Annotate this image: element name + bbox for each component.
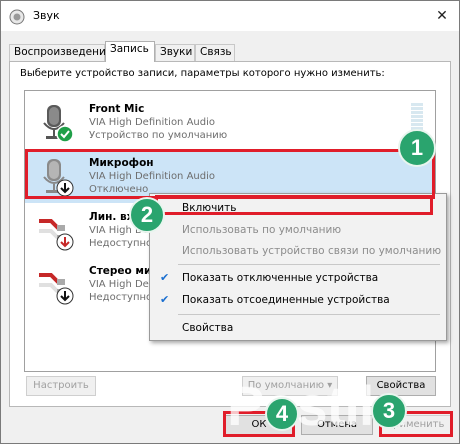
menu-item-show-disconnected[interactable]: ✔ Показать отсоединенные устройства (150, 290, 446, 310)
tab-communications[interactable]: Связь (195, 44, 235, 61)
menu-item-set-default[interactable]: Использовать по умолчанию (150, 220, 446, 240)
menu-separator (178, 264, 440, 265)
device-name: Микрофон (89, 157, 154, 169)
device-driver: VIA High Definition Audio (89, 171, 215, 182)
audio-jack-icon (39, 219, 74, 251)
configure-button[interactable]: Настроить (26, 376, 96, 396)
menu-item-show-disabled[interactable]: ✔ Показать отключенные устройства (150, 268, 446, 288)
audio-jack-icon (39, 273, 74, 305)
window-title: Звук (33, 9, 60, 22)
set-default-label: По умолчанию (247, 380, 325, 391)
step-badge-4: 4 (265, 397, 299, 431)
close-icon: ✕ (436, 8, 448, 24)
checkmark-icon: ✔ (160, 293, 170, 306)
menu-separator (178, 314, 440, 315)
menu-item-label: Показать отсоединенные устройства (182, 294, 390, 306)
close-button[interactable]: ✕ (433, 7, 451, 25)
menu-item-enable[interactable]: Включить (150, 198, 446, 218)
title-bar: Звук ✕ (1, 1, 459, 31)
device-name: Front Mic (89, 103, 145, 115)
device-status: Устройство по умолчанию (89, 130, 228, 141)
cancel-button[interactable]: Отмена (301, 415, 373, 435)
set-default-button[interactable]: По умолчанию ▾ (242, 376, 338, 396)
speaker-icon (9, 9, 25, 25)
properties-button[interactable]: Свойства (366, 376, 436, 396)
tab-sounds[interactable]: Звуки (155, 44, 195, 61)
step-badge-3: 3 (371, 393, 407, 429)
device-front-mic[interactable]: Front Mic VIA High Definition Audio Устр… (25, 97, 435, 149)
device-status: Недоступно (89, 292, 153, 303)
microphone-icon (43, 159, 74, 197)
chevron-down-icon: ▾ (327, 380, 333, 391)
context-menu: Включить Использовать по умолчанию Испол… (149, 193, 447, 341)
tab-recording[interactable]: Запись (105, 41, 155, 62)
instruction-text: Выберите устройство записи, параметры ко… (20, 68, 385, 79)
device-status: Недоступно (89, 238, 153, 249)
device-status: Отключено (89, 184, 149, 195)
microphone-icon (43, 105, 74, 143)
menu-item-properties[interactable]: Свойства (150, 318, 446, 338)
step-badge-2: 2 (129, 197, 165, 233)
tab-playback[interactable]: Воспроизведение (9, 44, 112, 61)
device-driver: VIA High Definition Audio (89, 117, 215, 128)
step-badge-1: 1 (398, 129, 436, 167)
menu-item-set-default-comm[interactable]: Использовать устройство связи по умолчан… (150, 241, 446, 261)
sound-dialog: Звук ✕ Воспроизведение Запись Звуки Связ… (0, 0, 460, 444)
checkmark-icon: ✔ (160, 271, 170, 284)
menu-item-label: Показать отключенные устройства (182, 272, 379, 284)
